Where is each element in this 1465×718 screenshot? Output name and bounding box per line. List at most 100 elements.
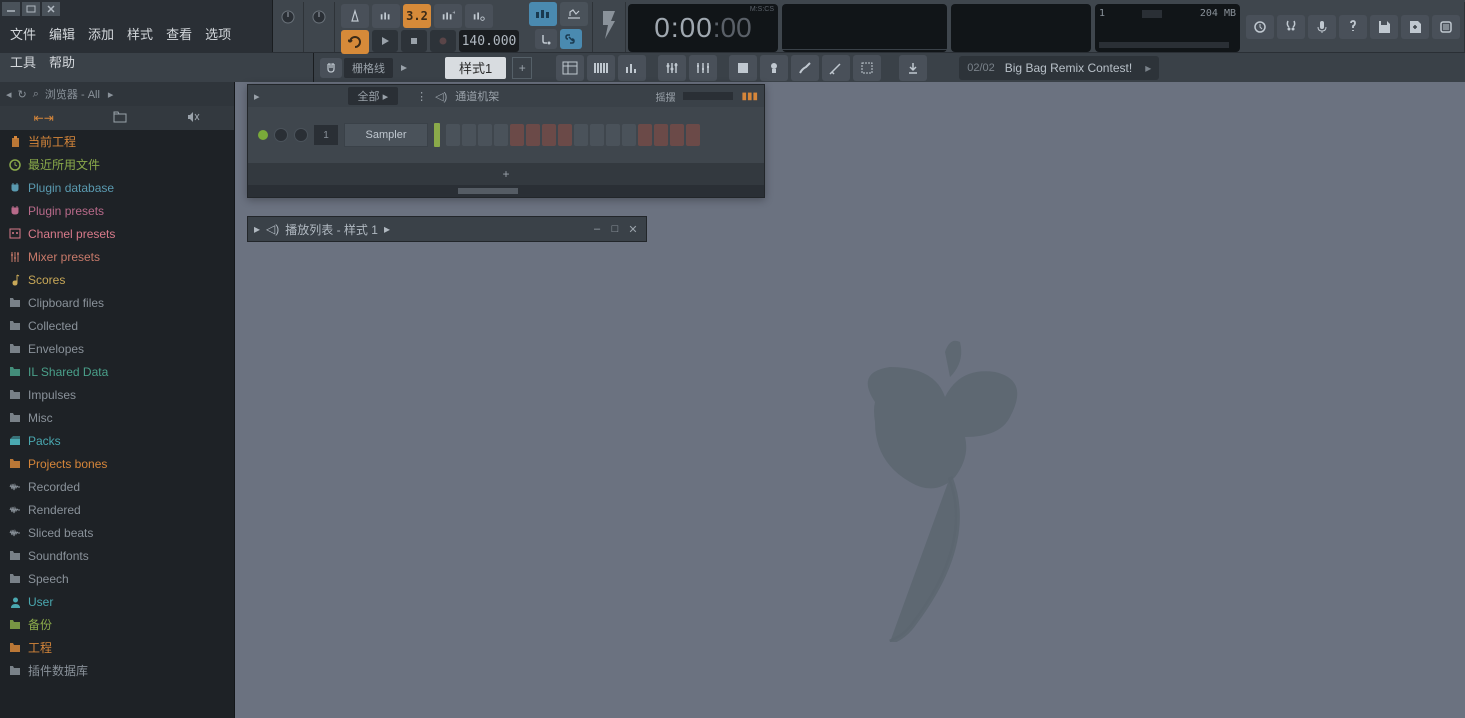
visualizer[interactable] xyxy=(782,4,947,52)
typing-kbd-button[interactable] xyxy=(535,29,557,49)
news-bar[interactable]: 02/02 Big Bag Remix Contest! ▸ xyxy=(959,56,1159,80)
browser-item-2[interactable]: Plugin database xyxy=(0,176,234,199)
snap-magnet-button[interactable] xyxy=(320,58,342,78)
browser-item-5[interactable]: Mixer presets xyxy=(0,245,234,268)
add-channel-button[interactable]: + xyxy=(248,163,764,185)
record-audio-button[interactable] xyxy=(1308,15,1336,39)
loop-record-button[interactable] xyxy=(465,4,493,28)
save-new-version-button[interactable] xyxy=(1277,15,1305,39)
song-mode-button[interactable] xyxy=(560,2,588,26)
browser-item-0[interactable]: 当前工程 xyxy=(0,130,234,153)
browser-item-9[interactable]: Envelopes xyxy=(0,337,234,360)
pattern-play-icon[interactable] xyxy=(397,58,411,78)
pattern-selector[interactable]: 样式1 xyxy=(445,57,506,79)
browser-item-11[interactable]: Impulses xyxy=(0,383,234,406)
tool-light-button[interactable] xyxy=(760,55,788,81)
browser-item-13[interactable]: Packs xyxy=(0,429,234,452)
chevron-right-icon[interactable]: ▸ xyxy=(384,222,390,236)
browser-header[interactable]: ◂ ↻ ⌕ 浏览器 - All ▸ xyxy=(0,82,234,106)
cr-scrollbar[interactable] xyxy=(248,185,764,197)
cr-filter-select[interactable]: 全部 ▸ xyxy=(348,87,399,105)
browser-item-7[interactable]: Clipboard files xyxy=(0,291,234,314)
output-monitor[interactable] xyxy=(951,4,1091,52)
info-button[interactable] xyxy=(1339,15,1367,39)
browser-item-10[interactable]: IL Shared Data xyxy=(0,360,234,383)
browser-item-21[interactable]: 备份 xyxy=(0,613,234,636)
playlist-button[interactable] xyxy=(556,55,584,81)
undo-history-button[interactable] xyxy=(1246,15,1274,39)
browser-item-15[interactable]: Recorded xyxy=(0,475,234,498)
minimize-button[interactable] xyxy=(2,2,20,16)
channel-row[interactable]: 1 Sampler xyxy=(258,121,754,149)
fwd-icon[interactable]: ↻ xyxy=(18,88,27,101)
channel-vol-knob[interactable] xyxy=(294,128,308,142)
menu-edit[interactable]: 编辑 xyxy=(43,20,81,47)
browser-item-17[interactable]: Sliced beats xyxy=(0,521,234,544)
tempo-display[interactable]: 140.000 xyxy=(459,30,519,52)
menu-patterns[interactable]: 样式 xyxy=(121,20,159,47)
piano-roll-button[interactable] xyxy=(587,55,615,81)
cr-speaker-icon[interactable]: ◁) xyxy=(435,90,447,103)
browser-item-4[interactable]: Channel presets xyxy=(0,222,234,245)
tool-select-button[interactable] xyxy=(853,55,881,81)
playlist-window[interactable]: ▸ ◁) 播放列表 - 样式 1 ▸ – □ ✕ xyxy=(247,216,647,242)
pl-minimize-button[interactable]: – xyxy=(590,222,604,236)
browser-item-6[interactable]: Scores xyxy=(0,268,234,291)
tool-brush-button[interactable] xyxy=(791,55,819,81)
time-display[interactable]: M:S:CS 0:00:00 xyxy=(628,4,778,52)
browser-item-12[interactable]: Misc xyxy=(0,406,234,429)
close-button[interactable] xyxy=(42,2,60,16)
add-pattern-button[interactable]: + xyxy=(512,57,532,79)
channel-rack-button[interactable] xyxy=(618,55,646,81)
stop-button[interactable] xyxy=(401,30,427,52)
menu-options[interactable]: 选项 xyxy=(199,20,237,47)
countdown-button[interactable]: 3.2 xyxy=(403,4,431,28)
tool-slice-button[interactable] xyxy=(822,55,850,81)
channel-pan-knob[interactable] xyxy=(274,128,288,142)
mixer-button[interactable] xyxy=(658,55,686,81)
channel-mute-led[interactable] xyxy=(258,130,268,140)
snap-select[interactable]: 栅格线 xyxy=(344,58,393,78)
back-icon[interactable]: ◂ xyxy=(6,88,12,101)
maximize-button[interactable] xyxy=(22,2,40,16)
swing-slider[interactable] xyxy=(683,92,733,100)
pattern-song-toggle[interactable] xyxy=(341,30,369,54)
play-button[interactable] xyxy=(372,30,398,52)
pl-close-button[interactable]: ✕ xyxy=(626,222,640,236)
step-sequencer[interactable] xyxy=(446,124,700,146)
collapse-icon[interactable]: ⇤⇥ xyxy=(34,111,54,125)
download-plugin-button[interactable] xyxy=(899,55,927,81)
link-button[interactable] xyxy=(560,29,582,49)
overdub-button[interactable]: + xyxy=(434,4,462,28)
browser-item-3[interactable]: Plugin presets xyxy=(0,199,234,222)
pl-menu-icon[interactable]: ▸ xyxy=(254,222,260,236)
browser-list[interactable]: 当前工程最近所用文件Plugin databasePlugin presetsC… xyxy=(0,130,234,718)
menu-file[interactable]: 文件 xyxy=(4,20,42,47)
export-button[interactable] xyxy=(1401,15,1429,39)
browser-item-18[interactable]: Soundfonts xyxy=(0,544,234,567)
browser-item-8[interactable]: Collected xyxy=(0,314,234,337)
record-button[interactable] xyxy=(430,30,456,52)
browser-item-16[interactable]: Rendered xyxy=(0,498,234,521)
tool-notes-button[interactable] xyxy=(729,55,757,81)
channel-name[interactable]: Sampler xyxy=(344,123,428,147)
pl-speaker-icon[interactable]: ◁) xyxy=(266,222,279,236)
browser-item-19[interactable]: Speech xyxy=(0,567,234,590)
pl-maximize-button[interactable]: □ xyxy=(608,222,622,236)
new-folder-icon[interactable] xyxy=(113,111,127,126)
master-pitch-knob[interactable] xyxy=(308,2,330,32)
browser-item-1[interactable]: 最近所用文件 xyxy=(0,153,234,176)
save-button[interactable] xyxy=(1370,15,1398,39)
wait-input-button[interactable] xyxy=(372,4,400,28)
controllers-button[interactable] xyxy=(689,55,717,81)
browser-item-14[interactable]: Projects bones xyxy=(0,452,234,475)
cr-menu-icon[interactable]: ▸ xyxy=(254,90,260,103)
settings-button[interactable] xyxy=(1432,15,1460,39)
render-button[interactable] xyxy=(597,3,621,51)
metronome-button[interactable] xyxy=(341,4,369,28)
master-volume-knob[interactable] xyxy=(277,2,299,32)
menu-view[interactable]: 查看 xyxy=(160,20,198,47)
browser-item-20[interactable]: User xyxy=(0,590,234,613)
browser-item-22[interactable]: 工程 xyxy=(0,636,234,659)
browser-item-23[interactable]: 插件数据库 xyxy=(0,659,234,682)
